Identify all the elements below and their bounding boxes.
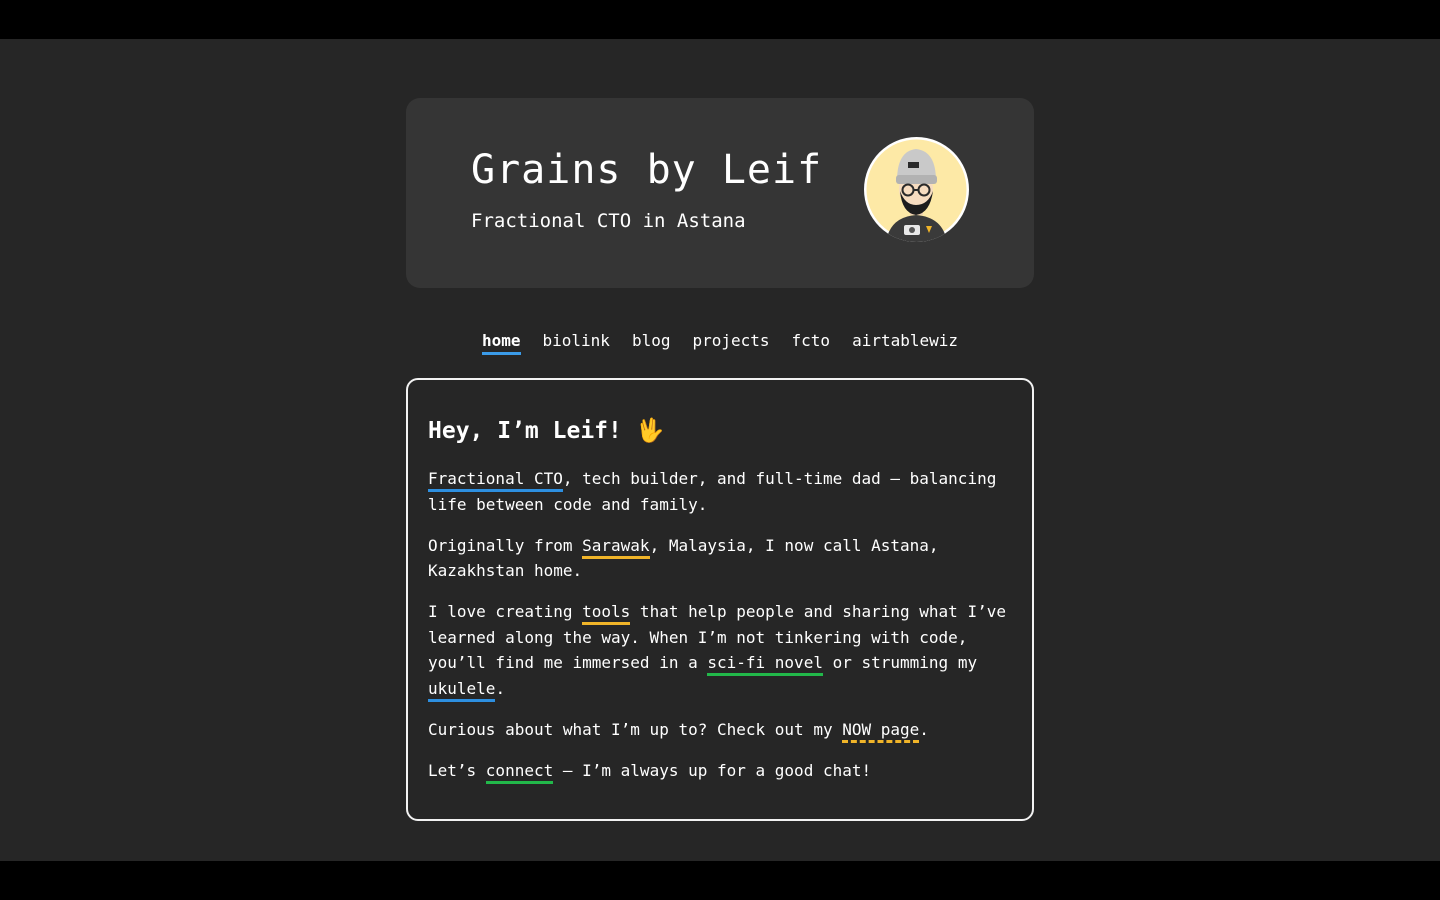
connect-text-before: Let’s bbox=[428, 760, 486, 780]
ukulele-link[interactable]: ukulele bbox=[428, 678, 496, 702]
intro-paragraph-origin: Originally from Sarawak, Malaysia, I now… bbox=[428, 533, 1018, 584]
avatar bbox=[864, 137, 969, 242]
avatar-illustration bbox=[866, 139, 967, 242]
page: Grains by Leif Fractional CTO in Astana bbox=[0, 39, 1440, 861]
hobbies-text-middle2: or strumming my bbox=[822, 653, 978, 672]
hobbies-text-after: . bbox=[495, 678, 506, 698]
nav-biolink[interactable]: biolink bbox=[543, 331, 610, 355]
nav-airtablewiz[interactable]: airtablewiz bbox=[852, 331, 958, 355]
site-title: Grains by Leif bbox=[471, 147, 823, 193]
nav-projects[interactable]: projects bbox=[692, 331, 769, 355]
connect-link[interactable]: connect bbox=[485, 760, 554, 784]
nav-fcto[interactable]: fcto bbox=[792, 331, 831, 355]
header-card: Grains by Leif Fractional CTO in Astana bbox=[406, 98, 1034, 288]
intro-paragraph-hobbies: I love creating tools that help people a… bbox=[428, 599, 1018, 702]
sarawak-link[interactable]: Sarawak bbox=[582, 535, 650, 559]
site-subtitle: Fractional CTO in Astana bbox=[471, 210, 746, 232]
fractional-cto-link[interactable]: Fractional CTO bbox=[428, 469, 563, 492]
hobbies-text-before: I love creating bbox=[428, 602, 583, 621]
intro-paragraph-now: Curious about what I’m up to? Check out … bbox=[428, 717, 1018, 743]
sci-fi-novel-link[interactable]: sci-fi novel bbox=[707, 653, 823, 676]
intro-paragraph-connect: Let’s connect — I’m always up for a good… bbox=[428, 758, 1018, 784]
letterbox-bottom bbox=[0, 861, 1440, 900]
intro-card: Hey, I’m Leif! 🖖 Fractional CTO, tech bu… bbox=[406, 378, 1034, 821]
greeting-text: Hey, I’m Leif! bbox=[428, 418, 622, 444]
now-text-after: . bbox=[919, 719, 929, 739]
nav-blog[interactable]: blog bbox=[632, 331, 671, 355]
connect-text-after: — I’m always up for a good chat! bbox=[553, 760, 872, 780]
vulcan-salute-icon: 🖖 bbox=[635, 418, 665, 444]
tools-link[interactable]: tools bbox=[582, 602, 631, 625]
now-page-link[interactable]: NOW page bbox=[842, 719, 920, 743]
origin-text-before: Originally from bbox=[428, 535, 583, 555]
letterbox-top bbox=[0, 0, 1440, 39]
intro-body: Fractional CTO, tech builder, and full-t… bbox=[428, 466, 1018, 799]
intro-paragraph-role: Fractional CTO, tech builder, and full-t… bbox=[428, 466, 1018, 517]
nav-home[interactable]: home bbox=[481, 331, 521, 355]
greeting-heading: Hey, I’m Leif! 🖖 bbox=[428, 418, 664, 446]
main-nav: home biolink blog projects fcto airtable… bbox=[406, 331, 1034, 355]
now-text-before: Curious about what I’m up to? Check out … bbox=[428, 719, 843, 739]
